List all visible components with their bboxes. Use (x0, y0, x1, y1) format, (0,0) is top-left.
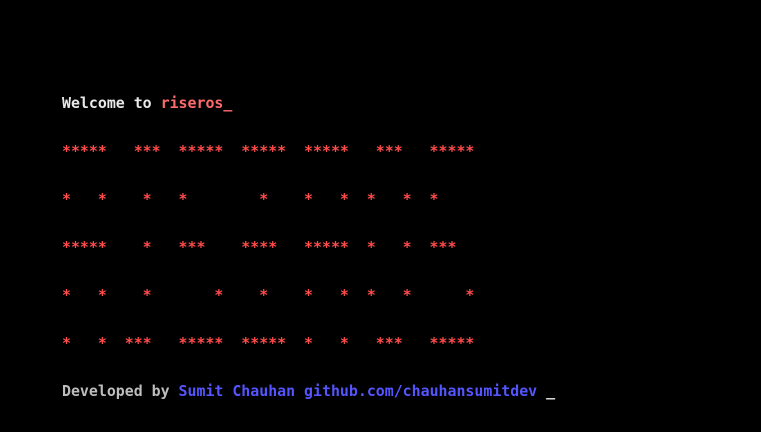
prompt-cursor[interactable]: _ (537, 382, 555, 400)
developed-by-label: Developed by (62, 382, 179, 400)
banner-line-3: ***** * *** **** ***** * * *** (62, 238, 457, 256)
developer-line: Developed by Sumit Chauhan github.com/ch… (62, 383, 555, 399)
banner-line-4: * * * * * * * * * * (62, 286, 475, 304)
terminal-screen: Welcome to riseros_ ***** *** ***** ****… (0, 0, 761, 403)
author-name: Sumit Chauhan (178, 382, 296, 400)
banner-line-2: * * * * * * * * * * (62, 190, 439, 208)
welcome-line: Welcome to riseros_ (62, 95, 555, 111)
github-link[interactable]: github.com/chauhansumitdev (295, 382, 537, 400)
console-output: Welcome to riseros_ ***** *** ***** ****… (62, 63, 555, 431)
banner-line-1: ***** *** ***** ***** ***** *** ***** (62, 142, 475, 160)
banner-line-5: * * *** ***** ***** * * *** ***** (62, 334, 475, 352)
welcome-text: Welcome to (62, 94, 161, 112)
os-name: riseros_ (160, 94, 233, 112)
